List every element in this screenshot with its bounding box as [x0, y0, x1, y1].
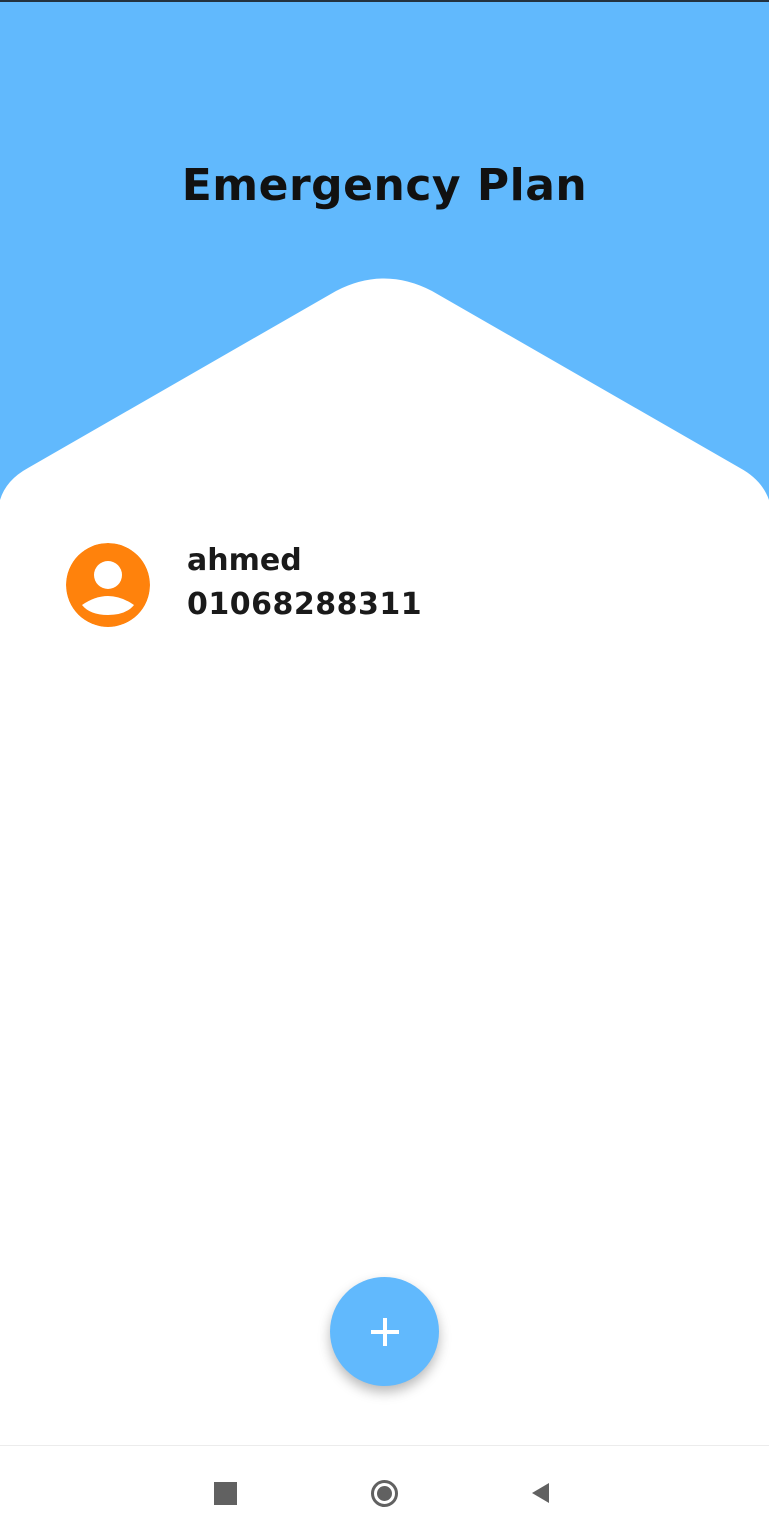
avatar: [66, 543, 150, 627]
system-navigation-bar: [0, 1445, 769, 1538]
home-button[interactable]: [361, 1470, 407, 1516]
circle-icon: [370, 1479, 398, 1507]
contact-list-item[interactable]: ahmed 01068288311: [66, 543, 706, 627]
contact-phone: 01068288311: [187, 587, 423, 622]
plus-icon: [369, 1316, 401, 1348]
contact-name: ahmed: [187, 543, 302, 578]
recent-apps-button[interactable]: [202, 1470, 248, 1516]
back-button[interactable]: [518, 1470, 564, 1516]
header-background: [0, 2, 769, 500]
person-icon: [66, 543, 150, 627]
square-icon: [213, 1481, 237, 1505]
screen: Emergency Plan ahmed 01068288311: [0, 0, 769, 1538]
header-shape: [0, 2, 769, 500]
triangle-back-icon: [532, 1483, 549, 1503]
add-contact-button[interactable]: [330, 1277, 439, 1386]
page-title: Emergency Plan: [181, 160, 588, 211]
